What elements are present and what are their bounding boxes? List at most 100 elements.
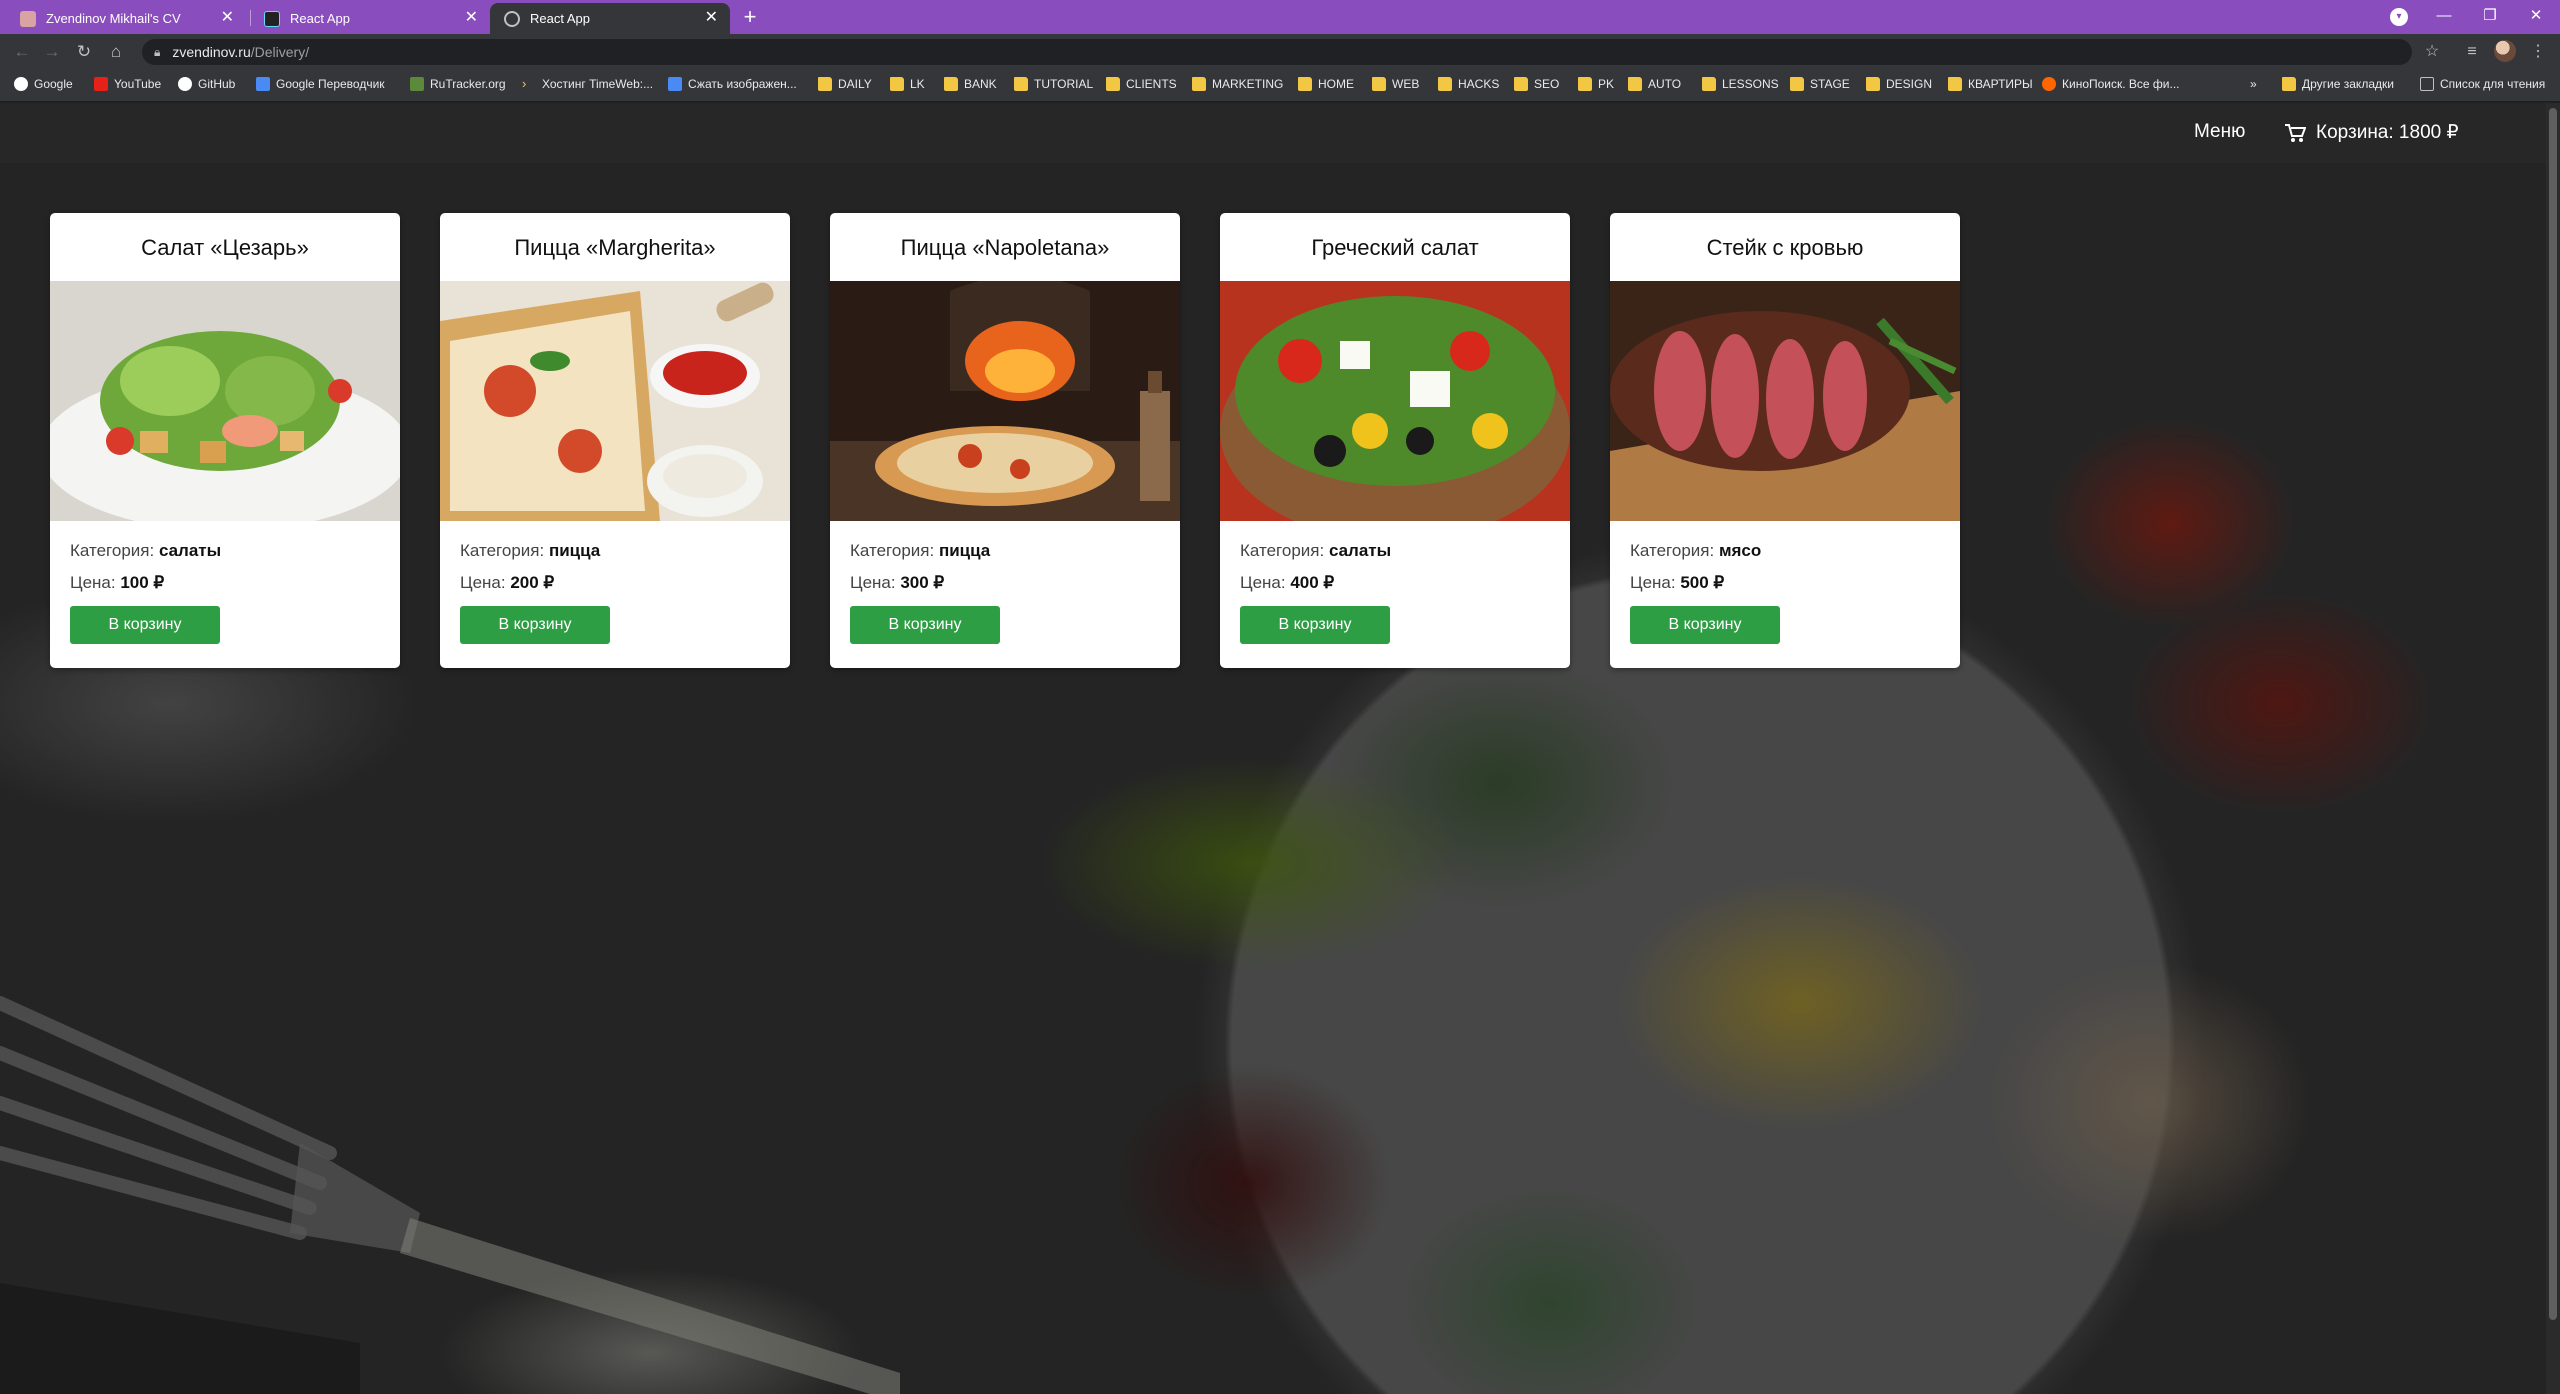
add-to-cart-button[interactable]: В корзину <box>1630 606 1780 644</box>
cv-favicon-icon <box>20 10 36 27</box>
bookmark-label: HOME <box>1318 77 1354 91</box>
reload-icon[interactable]: ↻ <box>72 40 96 64</box>
bookmark-label: SEO <box>1534 77 1560 91</box>
bookmark-folder-kvartiry[interactable]: КВАРТИРЫ <box>1948 77 2033 91</box>
rutracker-icon <box>410 77 424 91</box>
bookmark-folder-daily[interactable]: DAILY <box>818 77 872 91</box>
bookmark-folder-tutorial[interactable]: TUTORIAL <box>1014 77 1093 91</box>
reading-list[interactable]: Список для чтения <box>2420 77 2545 91</box>
add-to-cart-button[interactable]: В корзину <box>70 606 220 644</box>
price-row: Цена: 200 ₽ <box>460 573 770 593</box>
category-label: Категория: <box>460 541 545 560</box>
translate-icon <box>256 77 270 91</box>
more-bookmarks-chevron-icon[interactable]: » <box>2250 77 2257 91</box>
bookmark-translate[interactable]: Google Переводчик <box>256 77 385 91</box>
youtube-icon <box>94 77 108 91</box>
folder-icon <box>1578 77 1592 91</box>
bookmark-compress[interactable]: Сжать изображен... <box>668 77 797 91</box>
folder-icon <box>1298 77 1312 91</box>
tab-react-app[interactable]: React App ✕ <box>250 3 490 34</box>
tab-react-app-active[interactable]: React App ✕ <box>490 3 730 34</box>
page-background: Меню Корзина: 1800 ₽ Салат «Цезарь» Кате… <box>0 103 2546 1394</box>
bookmark-label: Сжать изображен... <box>688 77 797 91</box>
folder-icon <box>1438 77 1452 91</box>
bookmark-label: MARKETING <box>1212 77 1284 91</box>
bookmark-github[interactable]: GitHub <box>178 77 235 91</box>
bookmark-kinopoisk[interactable]: КиноПоиск. Все фи... <box>2042 77 2180 91</box>
folder-icon <box>1702 77 1716 91</box>
product-card: Пицца «Napoletana» Категория: пицца Цена… <box>830 213 1180 668</box>
add-to-cart-button[interactable]: В корзину <box>1240 606 1390 644</box>
tab-cv[interactable]: Zvendinov Mikhail's CV ✕ <box>6 3 246 34</box>
product-title: Греческий салат <box>1311 235 1479 260</box>
price-row: Цена: 400 ₽ <box>1240 573 1550 593</box>
bookmark-folder-marketing[interactable]: MARKETING <box>1192 77 1283 91</box>
tab-search-icon[interactable]: ▾ <box>2390 8 2408 26</box>
product-card: Салат «Цезарь» Категория: салаты Цена: 1… <box>50 213 400 668</box>
add-to-cart-button[interactable]: В корзину <box>460 606 610 644</box>
close-icon[interactable]: ✕ <box>221 10 234 26</box>
new-tab-plus-icon[interactable]: + <box>737 4 763 30</box>
category-row: Категория: пицца <box>850 541 1160 561</box>
steak-image <box>1610 281 1960 521</box>
bookmark-folder-home[interactable]: HOME <box>1298 77 1354 91</box>
toolbar: ← → ↻ ⌂ 🔒︎ zvendinov.ru /Delivery/ ☆ ≡ ⋮ <box>0 34 2560 70</box>
bookmark-label: Google <box>34 77 73 91</box>
bookmark-label: КВАРТИРЫ <box>1968 77 2033 91</box>
close-window-icon[interactable]: ✕ <box>2516 4 2556 28</box>
bookmark-folder-auto[interactable]: AUTO <box>1628 77 1681 91</box>
bookmark-folder-design[interactable]: DESIGN <box>1866 77 1932 91</box>
add-to-cart-button[interactable]: В корзину <box>850 606 1000 644</box>
bookmark-folder-hacks[interactable]: HACKS <box>1438 77 1499 91</box>
bookmark-rutracker[interactable]: RuTracker.org <box>410 77 506 91</box>
close-icon[interactable]: ✕ <box>465 10 478 26</box>
other-bookmarks[interactable]: Другие закладки <box>2282 77 2394 91</box>
bookmark-timeweb[interactable]: › Хостинг TimeWeb:... <box>522 77 653 92</box>
bookmark-label: BANK <box>964 77 997 91</box>
bookmark-youtube[interactable]: YouTube <box>94 77 161 91</box>
forward-icon[interactable]: → <box>40 40 64 64</box>
lock-icon[interactable]: 🔒︎ <box>154 45 160 60</box>
bookmark-folder-pk[interactable]: PK <box>1578 77 1614 91</box>
bookmark-label: GitHub <box>198 77 236 91</box>
bookmark-folder-clients[interactable]: CLIENTS <box>1106 77 1177 91</box>
close-icon[interactable]: ✕ <box>705 10 718 26</box>
url-host: zvendinov.ru <box>172 44 251 60</box>
folder-icon <box>1790 77 1804 91</box>
product-price: 200 ₽ <box>510 573 555 592</box>
bookmark-folder-web[interactable]: WEB <box>1372 77 1419 91</box>
reading-list-icon[interactable]: ≡ <box>2460 40 2484 64</box>
globe-icon <box>504 10 520 27</box>
price-row: Цена: 100 ₽ <box>70 573 380 593</box>
menu-dots-icon[interactable]: ⋮ <box>2526 40 2550 64</box>
scrollbar-thumb[interactable] <box>2549 108 2557 1320</box>
bookmark-folder-lk[interactable]: LK <box>890 77 925 91</box>
home-icon[interactable]: ⌂ <box>104 40 128 64</box>
category-label: Категория: <box>1630 541 1715 560</box>
address-bar[interactable]: 🔒︎ zvendinov.ru /Delivery/ <box>142 39 2412 65</box>
bookmark-folder-stage[interactable]: STAGE <box>1790 77 1850 91</box>
bookmark-label: LK <box>910 77 925 91</box>
menu-link[interactable]: Меню <box>2194 121 2245 143</box>
price-row: Цена: 500 ₽ <box>1630 573 1940 593</box>
greek-salad-image <box>1220 281 1570 521</box>
bookmark-label: Список для чтения <box>2440 77 2546 91</box>
category-row: Категория: салаты <box>1240 541 1550 561</box>
profile-avatar[interactable] <box>2494 40 2516 62</box>
product-category: пицца <box>938 541 991 560</box>
bookmark-star-icon[interactable]: ☆ <box>2420 40 2444 64</box>
minimize-icon[interactable]: — <box>2424 4 2464 28</box>
bookmark-google[interactable]: Google <box>14 77 73 91</box>
tab-title: React App <box>530 11 590 26</box>
bookmark-folder-seo[interactable]: SEO <box>1514 77 1559 91</box>
back-icon[interactable]: ← <box>10 40 34 64</box>
cart-button[interactable]: Корзина: 1800 ₽ <box>2284 121 2459 144</box>
bookmark-folder-lessons[interactable]: LESSONS <box>1702 77 1779 91</box>
restore-icon[interactable]: ❐ <box>2470 4 2510 28</box>
category-label: Категория: <box>850 541 935 560</box>
bookmark-folder-bank[interactable]: BANK <box>944 77 997 91</box>
product-card: Греческий салат Категория: салаты Цена: … <box>1220 213 1570 668</box>
bookmark-label: YouTube <box>114 77 162 91</box>
bookmark-label: PK <box>1598 77 1615 91</box>
folder-icon <box>818 77 832 91</box>
